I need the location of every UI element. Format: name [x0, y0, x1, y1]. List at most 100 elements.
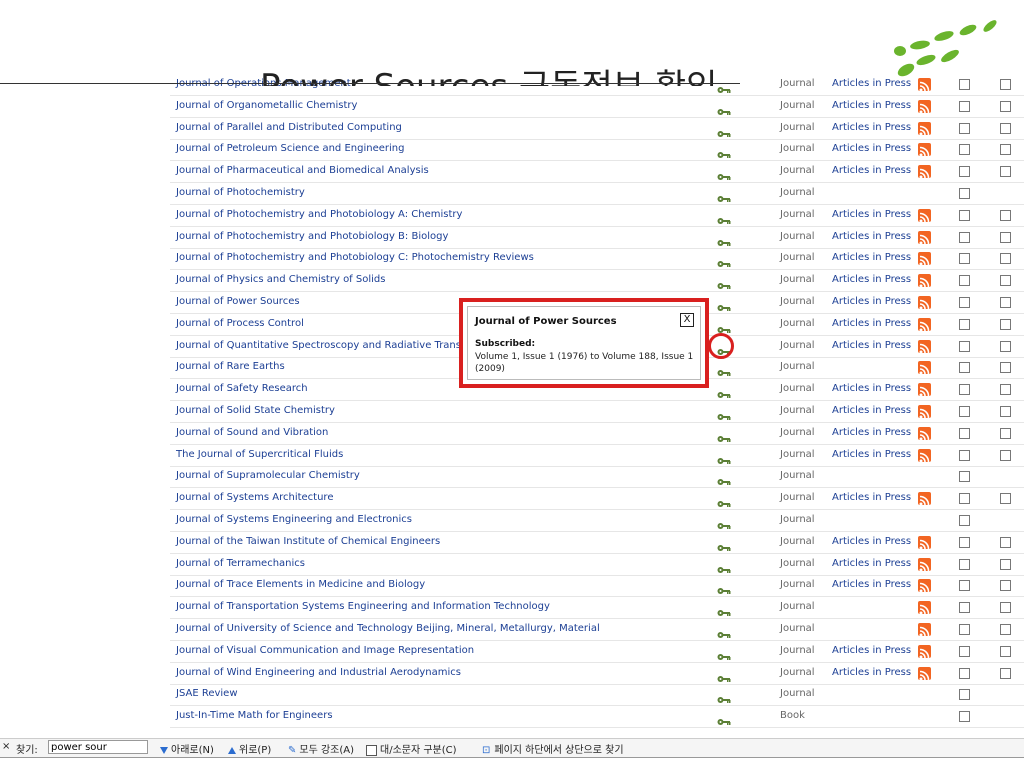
articles-in-press-link[interactable]: Articles in Press: [832, 143, 911, 154]
rss-icon[interactable]: [918, 208, 931, 223]
journal-title-link[interactable]: Journal of Systems Engineering and Elect…: [176, 514, 412, 525]
rss-icon[interactable]: [918, 143, 931, 157]
alert-checkbox[interactable]: [959, 144, 970, 156]
articles-in-press-link[interactable]: Articles in Press: [832, 274, 911, 285]
articles-in-press-link[interactable]: Articles in Press: [832, 536, 911, 547]
articles-in-press-link[interactable]: Articles in Press: [832, 122, 911, 133]
key-icon[interactable]: [717, 538, 731, 551]
alert-checkbox[interactable]: [959, 558, 970, 570]
alert-checkbox[interactable]: [959, 100, 970, 112]
key-icon[interactable]: [717, 276, 731, 290]
alert-checkbox[interactable]: [959, 711, 970, 723]
journal-title-link[interactable]: Journal of Parallel and Distributed Comp…: [176, 122, 402, 133]
journal-title-link[interactable]: Journal of Organometallic Chemistry: [176, 100, 357, 111]
journal-title-link[interactable]: Journal of the Taiwan Institute of Chemi…: [176, 536, 440, 547]
alert-checkbox[interactable]: [959, 667, 970, 679]
rss-icon[interactable]: [918, 165, 931, 179]
rss-icon[interactable]: [918, 317, 931, 332]
journal-title-link[interactable]: Journal of Supramolecular Chemistry: [176, 470, 360, 481]
key-icon[interactable]: [717, 625, 731, 638]
alert-checkbox[interactable]: [959, 318, 970, 330]
key-icon[interactable]: [717, 581, 731, 595]
favorite-checkbox[interactable]: [1000, 297, 1011, 308]
journal-title-link[interactable]: Journal of Photochemistry and Photobiolo…: [176, 231, 448, 242]
articles-in-press-link[interactable]: Articles in Press: [832, 579, 911, 590]
articles-in-press-link[interactable]: Articles in Press: [832, 78, 911, 89]
key-icon[interactable]: [717, 516, 731, 529]
articles-in-press-link[interactable]: Articles in Press: [832, 231, 911, 242]
favorite-checkbox[interactable]: [1000, 558, 1011, 570]
favorite-checkbox[interactable]: [1000, 580, 1011, 592]
rss-icon[interactable]: [918, 78, 931, 92]
favorite-checkbox[interactable]: [1000, 340, 1011, 352]
key-icon[interactable]: [717, 254, 731, 268]
key-icon[interactable]: [717, 124, 731, 137]
match-case-checkbox[interactable]: 대/소문자 구분(C): [366, 741, 457, 756]
rss-icon[interactable]: [918, 339, 931, 354]
rss-icon[interactable]: [918, 448, 931, 463]
find-prev-button[interactable]: 위로(P): [228, 741, 271, 756]
key-icon[interactable]: [717, 712, 731, 726]
key-icon[interactable]: [717, 211, 731, 224]
favorite-checkbox[interactable]: [1000, 253, 1011, 265]
articles-in-press-link[interactable]: Articles in Press: [832, 296, 911, 307]
alert-checkbox[interactable]: [959, 624, 970, 635]
alert-checkbox[interactable]: [959, 536, 970, 548]
favorite-checkbox[interactable]: [1000, 275, 1011, 287]
journal-title-link[interactable]: Journal of Transportation Systems Engine…: [176, 601, 550, 612]
key-icon[interactable]: [717, 102, 731, 115]
favorite-checkbox[interactable]: [1000, 209, 1011, 221]
rss-icon[interactable]: [918, 99, 931, 114]
favorite-checkbox[interactable]: [1000, 449, 1011, 461]
favorite-checkbox[interactable]: [1000, 602, 1011, 614]
key-icon[interactable]: [717, 167, 731, 181]
rss-icon[interactable]: [918, 666, 931, 681]
favorite-checkbox[interactable]: [1000, 624, 1011, 635]
key-icon[interactable]: [717, 603, 731, 617]
alert-checkbox[interactable]: [959, 427, 970, 439]
rss-icon[interactable]: [918, 426, 931, 441]
alert-checkbox[interactable]: [959, 122, 970, 134]
favorite-checkbox[interactable]: [1000, 427, 1011, 439]
journal-title-link[interactable]: The Journal of Supercritical Fluids: [176, 449, 343, 460]
rss-icon[interactable]: [918, 535, 931, 550]
key-icon[interactable]: [717, 451, 731, 464]
journal-title-link[interactable]: Journal of Rare Earths: [176, 361, 285, 372]
articles-in-press-link[interactable]: Articles in Press: [832, 209, 911, 220]
key-icon[interactable]: [717, 298, 731, 311]
alert-checkbox[interactable]: [959, 166, 970, 178]
journal-title-link[interactable]: Journal of Pharmaceutical and Biomedical…: [176, 165, 429, 176]
articles-in-press-link[interactable]: Articles in Press: [832, 405, 911, 416]
alert-checkbox[interactable]: [959, 275, 970, 287]
articles-in-press-link[interactable]: Articles in Press: [832, 252, 911, 263]
alert-checkbox[interactable]: [959, 602, 970, 614]
alert-checkbox[interactable]: [959, 253, 970, 265]
alert-checkbox[interactable]: [959, 580, 970, 592]
rss-icon[interactable]: [918, 361, 931, 375]
alert-checkbox[interactable]: [959, 645, 970, 657]
favorite-checkbox[interactable]: [1000, 645, 1011, 657]
articles-in-press-link[interactable]: Articles in Press: [832, 558, 911, 569]
alert-checkbox[interactable]: [959, 209, 970, 221]
journal-title-link[interactable]: Journal of Solid State Chemistry: [176, 405, 335, 416]
articles-in-press-link[interactable]: Articles in Press: [832, 492, 911, 503]
journal-title-link[interactable]: Journal of Photochemistry: [176, 187, 305, 198]
favorite-checkbox[interactable]: [1000, 406, 1011, 417]
key-icon[interactable]: [717, 385, 731, 399]
rss-icon[interactable]: [918, 623, 931, 637]
journal-title-link[interactable]: Journal of Photochemistry and Photobiolo…: [176, 209, 462, 220]
rss-icon[interactable]: [918, 230, 931, 245]
articles-in-press-link[interactable]: Articles in Press: [832, 100, 911, 111]
journal-title-link[interactable]: Journal of Process Control: [176, 318, 304, 329]
rss-icon[interactable]: [918, 121, 931, 136]
find-input[interactable]: [48, 740, 148, 754]
key-icon[interactable]: [717, 560, 731, 573]
journal-title-link[interactable]: Journal of Petroleum Science and Enginee…: [176, 143, 404, 154]
alert-checkbox[interactable]: [959, 689, 970, 701]
favorite-checkbox[interactable]: [1000, 384, 1011, 396]
journal-title-link[interactable]: Journal of Photochemistry and Photobiolo…: [176, 252, 534, 263]
journal-title-link[interactable]: Just-In-Time Math for Engineers: [176, 710, 333, 721]
journal-title-link[interactable]: Journal of Physics and Chemistry of Soli…: [176, 274, 385, 285]
journal-title-link[interactable]: Journal of University of Science and Tec…: [176, 623, 600, 634]
rss-icon[interactable]: [918, 601, 931, 615]
